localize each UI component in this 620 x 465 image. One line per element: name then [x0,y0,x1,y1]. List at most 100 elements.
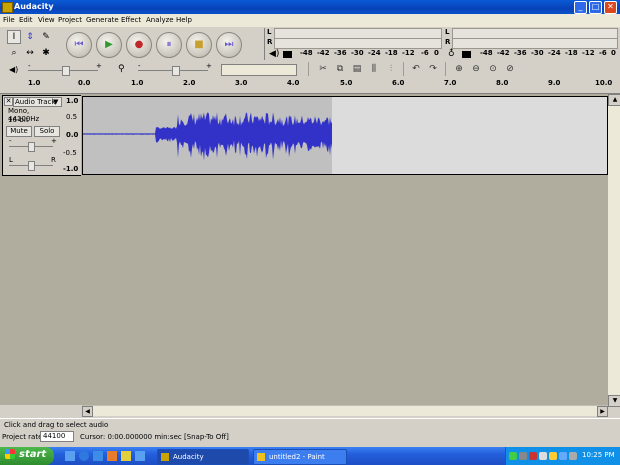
fit-selection-icon[interactable]: ⊙ [486,62,500,76]
window-title: Audacity [14,2,54,11]
input-volume-mic-icon: ⚲ [118,64,125,74]
quick-launch-icon[interactable] [107,451,117,461]
silence-icon[interactable]: ⫶ [384,62,398,76]
menu-edit[interactable]: Edit [19,16,33,24]
multi-tool-icon[interactable]: ✱ [39,46,53,60]
zoom-in-icon[interactable]: ⊕ [452,62,466,76]
tray-icon[interactable] [519,452,527,460]
track-name-button[interactable]: Audio Track ▼ [13,97,62,107]
play-meter-right [274,38,442,49]
play-meter-scale: -48 -42 -36 -30 -24 -18 -12 -6 0 [300,49,440,58]
tray-icon[interactable] [539,452,547,460]
record-icon: ● [134,39,144,50]
maximize-button[interactable]: □ [589,1,602,14]
edit-toolbar-separator [445,62,446,76]
internet-explorer-icon[interactable] [79,451,89,461]
timeshift-tool-icon[interactable]: ↔ [23,46,37,60]
quick-launch-icon[interactable] [121,451,131,461]
scale-tick: -48 [300,49,313,57]
scale-tick: 0 [434,49,439,57]
scale-tick: -48 [480,49,493,57]
ruler-label: 4.0 [287,79,300,87]
timeline-ruler[interactable]: 1.0 0.0 1.0 2.0 3.0 4.0 5.0 6.0 7.0 8.0 … [0,79,620,94]
stop-button[interactable]: ■ [186,32,212,58]
tray-icon[interactable] [559,452,567,460]
mute-button[interactable]: Mute [6,126,32,137]
minimize-button[interactable]: _ [574,1,587,14]
output-volume-minus: - [28,62,31,70]
scale-tick: -24 [548,49,561,57]
amplitude-label: 0.0 [66,131,79,139]
gain-slider-thumb[interactable] [28,142,35,152]
track-control-panel: ✕ Audio Track ▼ Mono, 44100Hz 16-bit Mut… [2,95,63,176]
vertical-scrollbar[interactable]: ▲ ▼ [608,94,620,407]
paste-icon[interactable]: ▤ [350,62,364,76]
taskbar-item-audacity[interactable]: Audacity [157,449,249,465]
pause-button[interactable]: ⏸ [156,32,182,58]
tray-icon[interactable] [549,452,557,460]
tray-icon[interactable] [509,452,517,460]
amplitude-label: 1.0 [66,97,79,105]
menu-analyze[interactable]: Analyze [146,16,174,24]
ruler-label: 7.0 [444,79,457,87]
quick-launch-icon[interactable] [135,451,145,461]
input-volume-slider-thumb[interactable] [172,66,180,76]
zoom-out-icon[interactable]: ⊖ [469,62,483,76]
waveform-display[interactable] [82,96,608,175]
copy-icon[interactable]: ⧉ [333,62,347,76]
scroll-up-icon[interactable]: ▲ [608,94,620,106]
amplitude-label: 0.5 [66,113,78,121]
microphone-icon[interactable]: ♁ [448,49,455,59]
cut-icon[interactable]: ✂ [316,62,330,76]
scroll-down-icon[interactable]: ▼ [608,395,620,407]
horizontal-scrollbar[interactable]: ◀ ▶ [82,405,608,417]
start-button[interactable]: start [0,447,54,465]
scroll-left-icon[interactable]: ◀ [82,406,93,417]
scroll-right-icon[interactable]: ▶ [597,406,608,417]
audacity-app-icon[interactable] [2,2,13,13]
output-volume-slider-thumb[interactable] [62,66,70,76]
tray-icon[interactable] [529,452,537,460]
close-button[interactable]: ✕ [604,1,617,14]
menu-project[interactable]: Project [58,16,82,24]
input-source-dropdown[interactable] [221,64,297,76]
ruler-label: 2.0 [183,79,196,87]
scale-tick: 0 [611,49,616,57]
ruler-label: 6.0 [392,79,405,87]
skip-to-start-button[interactable]: ⏮ [66,32,92,58]
pause-icon: ⏸ [166,39,172,50]
play-meter-left-label: L [267,28,272,36]
draw-tool-icon[interactable]: ✎ [39,30,53,44]
play-meter-right-label: R [267,38,273,46]
menu-generate[interactable]: Generate [86,16,119,24]
undo-icon[interactable]: ↶ [409,62,423,76]
amplitude-label: -1.0 [63,165,79,173]
menu-view[interactable]: View [38,16,55,24]
pan-slider-thumb[interactable] [28,161,35,171]
play-meter-dropdown-icon[interactable] [283,51,292,58]
menu-help[interactable]: Help [176,16,192,24]
record-button[interactable]: ● [126,32,152,58]
track-close-icon[interactable]: ✕ [4,97,13,106]
zoom-tool-icon[interactable]: ⌕ [7,46,21,60]
menu-effect[interactable]: Effect [121,16,141,24]
volume-tray-icon[interactable] [569,452,577,460]
menu-file[interactable]: File [3,16,15,24]
envelope-tool-icon[interactable]: ⇕ [23,30,37,44]
play-button[interactable]: ▶ [96,32,122,58]
skip-to-end-button[interactable]: ⏭ [216,32,242,58]
show-desktop-icon[interactable] [65,451,75,461]
fit-project-icon[interactable]: ⊘ [503,62,517,76]
solo-button[interactable]: Solo [34,126,60,137]
scale-tick: -18 [385,49,398,57]
selection-tool-icon[interactable]: I [7,30,21,44]
rec-meter-dropdown-icon[interactable] [462,51,471,58]
taskbar-item-label: Audacity [173,453,204,461]
speaker-icon[interactable]: ◀) [269,49,279,59]
taskbar-item-paint[interactable]: untitled2 - Paint [253,449,347,465]
trim-icon[interactable]: ⫼ [367,62,381,76]
ruler-label: 0.0 [78,79,91,87]
project-rate-field[interactable]: 44100 [40,431,74,442]
redo-icon[interactable]: ↷ [426,62,440,76]
outlook-icon[interactable] [93,451,103,461]
